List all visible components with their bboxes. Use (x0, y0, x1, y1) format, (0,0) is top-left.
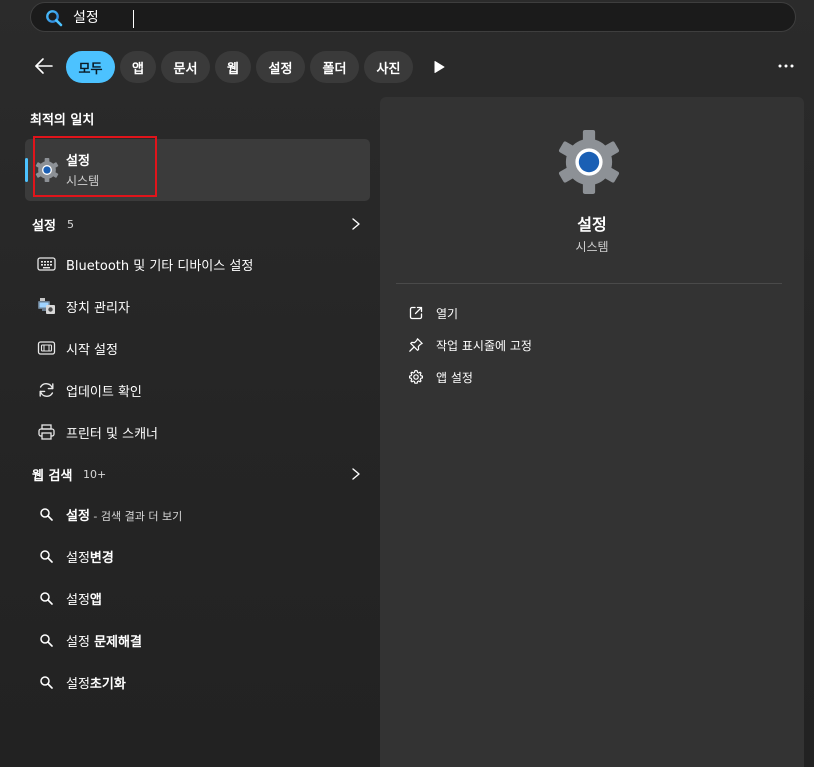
settings-gear-icon (559, 130, 619, 194)
app-settings-action[interactable]: 앱 설정 (402, 365, 702, 389)
play-icon[interactable] (431, 59, 447, 75)
highlight-annotation-box (33, 136, 157, 197)
back-arrow-icon[interactable] (33, 55, 55, 77)
web-result-label: 설정앱 (66, 589, 102, 608)
app-settings-label: 앱 설정 (436, 371, 473, 385)
web-result-suggestion[interactable]: 설정변경 (25, 536, 370, 576)
web-search-group-count: 10+ (83, 468, 107, 481)
start-search-panel: 모두 앱 문서 웹 설정 폴더 사진 최적의 일치 설정 시스템 (0, 0, 814, 767)
best-match-heading: 최적의 일치 (30, 113, 95, 128)
preview-subtitle: 시스템 (575, 240, 609, 254)
settings-result-label: Bluetooth 및 기타 디바이스 설정 (66, 259, 254, 274)
web-result-label: 설정변경 (66, 547, 114, 566)
pin-taskbar-label: 작업 표시줄에 고정 (436, 339, 532, 353)
search-box[interactable] (30, 2, 796, 32)
filter-tab-photos[interactable]: 사진 (364, 51, 413, 83)
settings-result-update[interactable]: 업데이트 확인 (25, 370, 370, 410)
search-icon (40, 508, 53, 521)
web-result-more[interactable]: 설정 - 검색 결과 더 보기 (25, 494, 370, 534)
web-search-group-title: 웹 검색 (32, 469, 73, 484)
web-result-completion: 문제해결 (94, 635, 142, 650)
open-external-icon (409, 306, 423, 320)
settings-result-device-manager[interactable]: 장치 관리자 (25, 286, 370, 326)
open-action[interactable]: 열기 (402, 301, 702, 325)
web-result-label: 설정 - 검색 결과 더 보기 (66, 505, 182, 524)
filter-tab-settings[interactable]: 설정 (256, 51, 305, 83)
preview-title: 설정 (577, 215, 607, 234)
more-icon[interactable] (776, 58, 796, 74)
web-result-label: 설정 문제해결 (66, 631, 142, 650)
filter-tab-documents[interactable]: 문서 (161, 51, 210, 83)
search-icon (40, 550, 53, 563)
settings-result-start[interactable]: 시작 설정 (25, 328, 370, 368)
settings-group-header[interactable]: 설정 5 (25, 209, 370, 239)
gear-icon (409, 369, 423, 384)
web-result-label: 설정초기화 (66, 673, 126, 692)
web-result-query: 설정 (66, 551, 90, 566)
settings-result-printers[interactable]: 프린터 및 스캐너 (25, 412, 370, 452)
chevron-right-icon (352, 218, 360, 230)
start-icon (37, 341, 56, 355)
search-icon (40, 676, 53, 689)
filter-tab-web[interactable]: 웹 (215, 51, 251, 83)
preview-divider (396, 283, 782, 284)
web-result-completion: 초기화 (89, 677, 126, 692)
preview-pane: 설정 시스템 열기 작업 표시줄에 고정 앱 설정 (380, 97, 804, 767)
chevron-right-icon (352, 468, 360, 480)
search-icon (46, 10, 63, 27)
pin-taskbar-action[interactable]: 작업 표시줄에 고정 (402, 333, 702, 357)
web-result-query: 설정 (66, 677, 90, 692)
filter-tab-folders[interactable]: 폴더 (310, 51, 359, 83)
settings-result-bluetooth[interactable]: Bluetooth 및 기타 디바이스 설정 (25, 244, 370, 284)
text-cursor (133, 10, 134, 28)
web-search-group-header[interactable]: 웹 검색 10+ (25, 459, 370, 489)
settings-result-label: 시작 설정 (66, 343, 118, 358)
search-icon (40, 592, 53, 605)
device-manager-icon (38, 298, 55, 314)
web-result-suggestion[interactable]: 설정 문제해결 (25, 620, 370, 660)
web-result-suggestion[interactable]: 설정앱 (25, 578, 370, 618)
web-result-suggestion[interactable]: 설정초기화 (25, 662, 370, 702)
update-icon (39, 383, 54, 397)
search-input[interactable] (73, 9, 673, 25)
settings-group-count: 5 (67, 218, 74, 231)
settings-result-label: 업데이트 확인 (66, 385, 142, 400)
web-result-query: 설정 (66, 593, 90, 608)
web-result-query: 설정 (66, 635, 95, 650)
pin-icon (409, 338, 423, 352)
selection-indicator (25, 158, 28, 182)
settings-group-title: 설정 (32, 219, 56, 234)
filter-tab-apps[interactable]: 앱 (120, 51, 156, 83)
keyboard-icon (37, 257, 56, 271)
web-result-query: 설정 (66, 509, 90, 524)
filter-tab-all[interactable]: 모두 (66, 51, 115, 83)
web-result-completion: 변경 (89, 551, 114, 566)
settings-result-label: 장치 관리자 (66, 301, 130, 316)
settings-result-label: 프린터 및 스캐너 (66, 427, 158, 442)
open-action-label: 열기 (436, 307, 459, 321)
search-icon (40, 634, 53, 647)
web-result-completion: 앱 (89, 593, 102, 608)
web-result-suffix: - 검색 결과 더 보기 (89, 510, 183, 523)
printer-icon (38, 424, 55, 440)
